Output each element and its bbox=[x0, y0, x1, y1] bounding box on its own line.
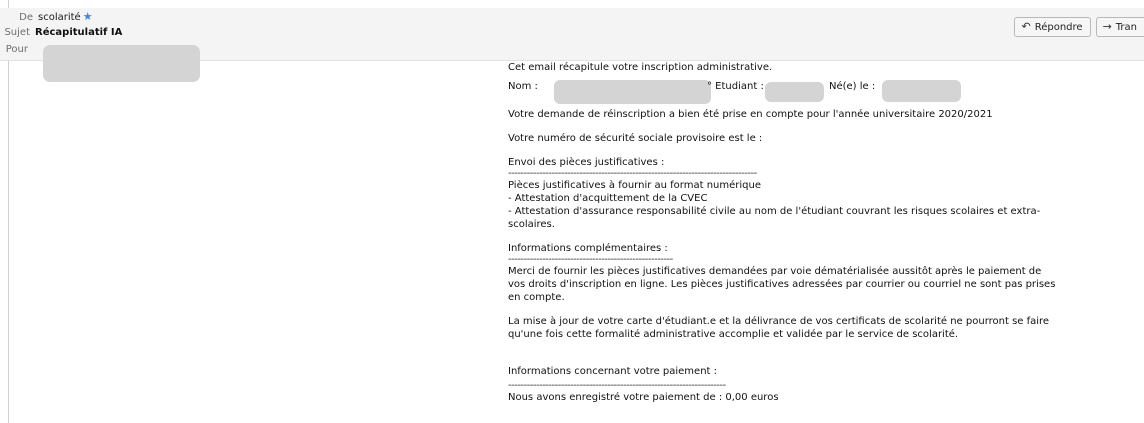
reinscription-text: Votre demande de réinscription a bien ét… bbox=[508, 109, 993, 120]
infos-para2-line2: qu'une fois cette formalité administrati… bbox=[508, 329, 959, 340]
from-label: De bbox=[19, 12, 33, 23]
infos-para1-line3: en compte. bbox=[508, 292, 565, 303]
envoi-divider: ----------------------------------------… bbox=[508, 169, 757, 179]
reply-icon: ↶ bbox=[1021, 20, 1031, 33]
to-row: Pour bbox=[0, 42, 33, 58]
nom-label: Nom : bbox=[508, 81, 538, 92]
secu-text: Votre numéro de sécurité sociale proviso… bbox=[508, 133, 763, 144]
nom-redaction bbox=[554, 80, 711, 104]
star-icon[interactable]: ★ bbox=[83, 9, 93, 25]
paiement-divider: ----------------------------------------… bbox=[508, 381, 726, 391]
identity-line: Nom : ° Etudiant : Né(e) le : bbox=[508, 76, 1128, 104]
envoi-title: Envoi des pièces justificatives : bbox=[508, 157, 665, 168]
nee-redaction bbox=[882, 80, 961, 102]
pieces-item-assurance-cont: scolaires. bbox=[508, 219, 555, 230]
subject-label: Sujet bbox=[4, 27, 30, 38]
forward-label: Tran bbox=[1115, 22, 1137, 33]
etudiant-label: ° Etudiant : bbox=[707, 81, 764, 92]
message-actions: ↶ Répondre → Tran bbox=[1009, 17, 1144, 37]
subject-row: Sujet Récapitulatif IA bbox=[0, 25, 122, 41]
to-label: Pour bbox=[5, 44, 28, 55]
sender-name[interactable]: scolarité bbox=[38, 12, 81, 23]
infos-title: Informations complémentaires : bbox=[508, 243, 668, 254]
paiement-value: Nous avons enregistré votre paiement de … bbox=[508, 392, 779, 403]
etudiant-redaction bbox=[765, 82, 824, 102]
forward-button[interactable]: → Tran bbox=[1095, 17, 1144, 37]
reply-button[interactable]: ↶ Répondre bbox=[1014, 17, 1091, 37]
pieces-item-cvec: - Attestation d'acquittement de la CVEC bbox=[508, 193, 708, 204]
infos-para1-line1: Merci de fournir les pièces justificativ… bbox=[508, 266, 1042, 277]
infos-para2-line1: La mise à jour de votre carte d'étudiant… bbox=[508, 316, 1050, 327]
pieces-item-assurance: - Attestation d'assurance responsabilité… bbox=[508, 206, 1041, 217]
paiement-title: Informations concernant votre paiement : bbox=[508, 366, 718, 377]
subject-value: Récapitulatif IA bbox=[35, 27, 123, 38]
intro-text: Cet email récapitule votre inscription a… bbox=[508, 62, 773, 73]
infos-para1-line2: vos droits d'inscription en ligne. Les p… bbox=[508, 279, 1056, 290]
email-body: Cet email récapitule votre inscription a… bbox=[508, 61, 1128, 404]
recipient-redaction bbox=[43, 45, 200, 82]
from-row: De scolarité ★ bbox=[0, 9, 93, 25]
nee-label: Né(e) le : bbox=[829, 81, 876, 92]
pieces-intro: Pièces justificatives à fournir au forma… bbox=[508, 180, 761, 191]
forward-icon: → bbox=[1102, 20, 1112, 33]
infos-divider: ----------------------------------------… bbox=[508, 255, 673, 265]
reply-label: Répondre bbox=[1034, 22, 1083, 33]
